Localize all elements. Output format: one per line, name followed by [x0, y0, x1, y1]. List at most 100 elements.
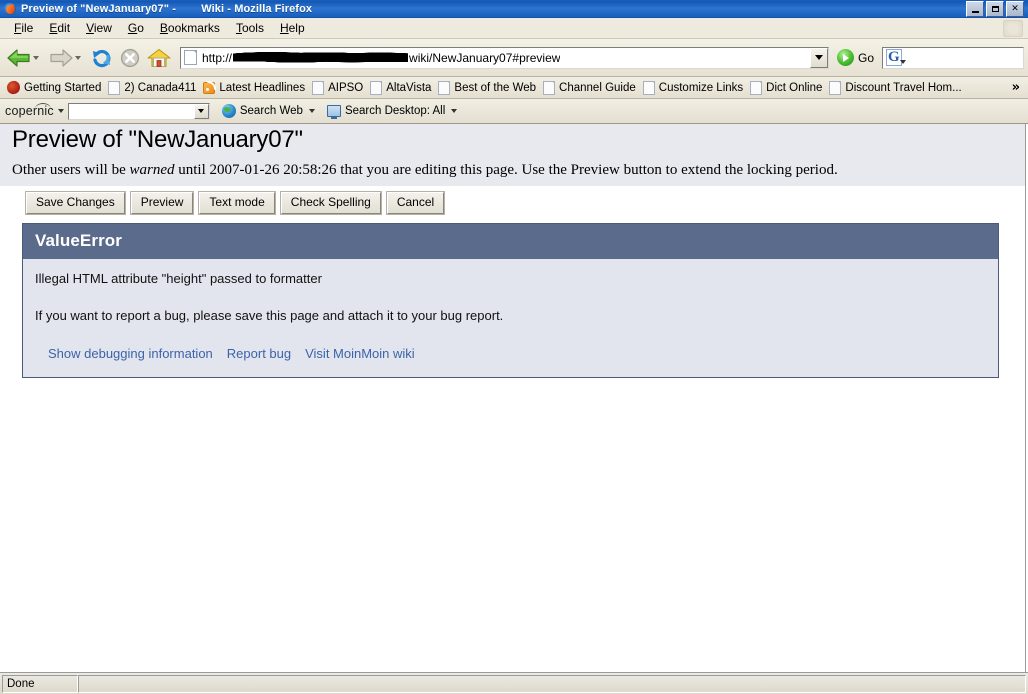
url-dropdown-icon[interactable]	[809, 47, 828, 68]
lock-warning-emphasis: warned	[129, 161, 175, 178]
bookmark-canada411[interactable]: 2) Canada411	[106, 80, 201, 96]
copernic-search-input[interactable]	[67, 102, 210, 120]
bookmark-label: Latest Headlines	[219, 81, 306, 94]
throbber-icon	[1003, 19, 1023, 37]
search-input[interactable]: G	[882, 46, 1024, 69]
copernic-toolbar: copernic Search Web Search Desktop: All	[0, 99, 1028, 124]
search-web-label: Search Web	[239, 105, 303, 117]
forward-dropdown-icon	[75, 55, 81, 60]
reload-icon	[93, 49, 111, 67]
google-g-icon[interactable]: G	[886, 49, 906, 66]
page-icon	[642, 80, 655, 95]
bookmark-channel-guide[interactable]: Channel Guide	[541, 80, 641, 96]
error-body: Illegal HTML attribute "height" passed t…	[23, 258, 998, 377]
copernic-logo: copernic	[5, 103, 56, 118]
bookmark-getting-started[interactable]: Getting Started	[5, 79, 106, 96]
back-button[interactable]	[4, 42, 46, 74]
page-icon	[184, 50, 197, 65]
chevron-down-icon[interactable]	[451, 109, 458, 113]
save-changes-button[interactable]: Save Changes	[26, 191, 125, 214]
copernic-menu-icon[interactable]	[57, 109, 64, 113]
monitor-icon	[326, 105, 341, 119]
lock-warning: Other users will be warned until 2007-01…	[12, 161, 1025, 180]
error-advice: If you want to report a bug, please save…	[35, 308, 504, 324]
status-bar-filler	[78, 674, 1026, 693]
chevron-down-icon[interactable]	[308, 109, 315, 113]
error-links: Show debugging information Report bug Vi…	[35, 346, 986, 361]
bookmark-customize-links[interactable]: Customize Links	[641, 80, 748, 96]
cancel-button[interactable]: Cancel	[386, 191, 445, 214]
menu-item-tools[interactable]: Tools	[228, 20, 272, 36]
bookmarks-overflow-icon[interactable]: »	[1012, 80, 1024, 95]
lock-warning-after: until 2007-01-26 20:58:26 that you are e…	[174, 161, 838, 178]
text-mode-button[interactable]: Text mode	[199, 191, 275, 214]
menu-item-help[interactable]: Help	[272, 20, 313, 36]
check-spelling-button[interactable]: Check Spelling	[280, 191, 381, 214]
preview-button[interactable]: Preview	[130, 191, 194, 214]
globe-icon	[221, 104, 236, 118]
status-bar: Done	[0, 672, 1028, 694]
page-icon	[543, 80, 556, 95]
bookmark-label: Best of the Web	[454, 81, 537, 94]
close-icon[interactable]: ✕	[1006, 1, 1024, 17]
stop-button	[116, 42, 144, 74]
browser-window: Preview of "NewJanuary07" - Wiki - Mozil…	[0, 0, 1028, 694]
page-icon	[829, 80, 842, 95]
bookmark-altavista[interactable]: AltaVista	[368, 80, 436, 96]
reload-button[interactable]	[88, 42, 116, 74]
show-debugging-information-link[interactable]: Show debugging information	[48, 346, 213, 361]
lock-warning-before: Other users will be	[12, 161, 130, 178]
firefox-icon	[3, 2, 17, 16]
restore-button[interactable]	[986, 1, 1004, 17]
visit-moinmoin-wiki-link[interactable]: Visit MoinMoin wiki	[305, 346, 415, 361]
bookmark-latest-headlines[interactable]: Latest Headlines	[201, 81, 310, 95]
bookmark-label: AIPSO	[328, 81, 364, 94]
page-icon	[438, 80, 451, 95]
go-button[interactable]: Go	[836, 49, 874, 66]
copernic-history-dropdown-icon[interactable]	[193, 103, 209, 119]
stop-icon	[120, 48, 140, 67]
content-area: Preview of "NewJanuary07" Other users wi…	[0, 124, 1028, 672]
copernic-search-desktop-button[interactable]: Search Desktop: All	[326, 105, 458, 119]
page-icon	[108, 80, 121, 95]
navigation-toolbar: http:// wiki/NewJanuary07#preview Go G	[0, 39, 1028, 77]
bookmark-label: Dict Online	[766, 81, 823, 94]
search-desktop-label: Search Desktop: All	[344, 105, 446, 117]
report-bug-link[interactable]: Report bug	[227, 346, 291, 361]
bookmark-label: Channel Guide	[559, 81, 636, 94]
minimize-button[interactable]	[966, 1, 984, 17]
menu-item-edit[interactable]: Edit	[41, 20, 78, 36]
bookmark-dict-online[interactable]: Dict Online	[748, 80, 827, 96]
error-panel: ValueError Illegal HTML attribute "heigh…	[22, 222, 999, 378]
bookmark-label: AltaVista	[386, 81, 432, 94]
copernic-search-web-button[interactable]: Search Web	[221, 104, 315, 118]
page-icon	[750, 80, 763, 95]
home-button[interactable]	[144, 42, 174, 74]
rss-icon	[203, 81, 216, 94]
menu-item-go[interactable]: Go	[120, 20, 152, 36]
bookmark-label: Discount Travel Hom...	[845, 81, 962, 94]
forward-icon	[50, 48, 73, 67]
back-icon	[7, 48, 30, 67]
title-bar: Preview of "NewJanuary07" - Wiki - Mozil…	[0, 0, 1028, 18]
bookmark-label: Getting Started	[24, 81, 102, 94]
bookmark-aipso[interactable]: AIPSO	[310, 80, 368, 96]
back-dropdown-icon[interactable]	[33, 55, 39, 60]
menu-item-file[interactable]: File	[6, 20, 41, 36]
url-prefix: http://	[202, 50, 233, 65]
url-bar[interactable]: http:// wiki/NewJanuary07#preview	[180, 46, 829, 69]
error-heading: ValueError	[23, 223, 998, 259]
firefox-bookmark-icon	[5, 79, 22, 96]
menu-bar: File Edit View Go Bookmarks Tools Help	[0, 18, 1028, 39]
bookmarks-toolbar: Getting Started 2) Canada411 Latest Head…	[0, 77, 1028, 99]
go-icon	[836, 49, 854, 66]
error-message: Illegal HTML attribute "height" passed t…	[35, 270, 322, 286]
bookmark-discount-travel[interactable]: Discount Travel Hom...	[827, 80, 966, 96]
go-label: Go	[857, 50, 874, 65]
url-redaction	[233, 52, 409, 63]
bookmark-best-of-the-web[interactable]: Best of the Web	[436, 80, 541, 96]
page-icon	[370, 80, 383, 95]
menu-item-bookmarks[interactable]: Bookmarks	[152, 20, 228, 36]
menu-item-view[interactable]: View	[78, 20, 120, 36]
page-title: Preview of "NewJanuary07"	[12, 126, 303, 153]
